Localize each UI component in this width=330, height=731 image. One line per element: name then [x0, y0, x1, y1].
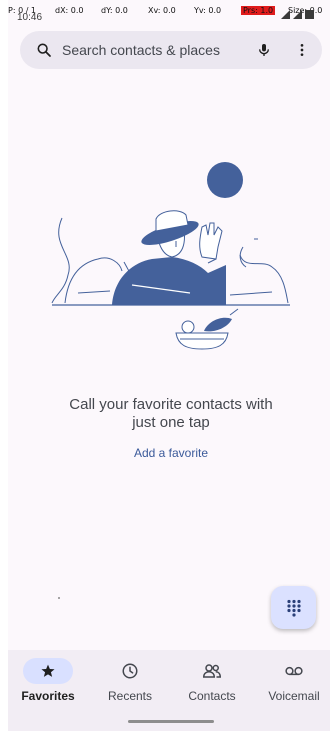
- nav-label-favorites: Favorites: [21, 689, 75, 703]
- favorites-illustration: [51, 162, 290, 350]
- status-time: 10:46: [17, 12, 43, 23]
- nav-pill: [105, 658, 155, 684]
- empty-state-message: Call your favorite contacts with just on…: [69, 396, 273, 431]
- debug-xv: Xv: 0.0: [148, 6, 176, 15]
- voicemail-icon: [285, 666, 303, 676]
- nav-pill: [187, 658, 237, 684]
- nav-item-favorites[interactable]: Favorites: [8, 658, 88, 703]
- nav-label-recents: Recents: [107, 689, 153, 703]
- add-favorite-link[interactable]: Add a favorite: [110, 446, 232, 460]
- signal-icon: [281, 10, 290, 19]
- debug-prs: Prs: 1.0: [241, 6, 276, 15]
- dialpad-button[interactable]: [271, 586, 316, 629]
- nav-item-contacts[interactable]: Contacts: [172, 658, 252, 703]
- nav-label-contacts: Contacts: [188, 689, 236, 703]
- clock-icon: [122, 663, 138, 679]
- touch-dot: [58, 597, 60, 599]
- nav-item-recents[interactable]: Recents: [90, 658, 170, 703]
- search-icon: [37, 43, 51, 57]
- bottom-navigation: Favorites Recents Contacts Voicemail: [8, 650, 330, 731]
- nav-item-voicemail[interactable]: Voicemail: [254, 658, 330, 703]
- wifi-icon: [293, 10, 302, 19]
- dialpad-icon: [286, 599, 301, 617]
- mic-icon[interactable]: [256, 42, 272, 58]
- nav-label-voicemail: Voicemail: [268, 689, 320, 703]
- home-indicator[interactable]: [128, 720, 214, 723]
- debug-yv: Yv: 0.0: [194, 6, 222, 15]
- nav-pill: [23, 658, 73, 684]
- debug-dx: dX: 0.0: [55, 6, 84, 15]
- people-icon: [202, 664, 222, 678]
- status-icons: [281, 10, 314, 19]
- debug-dy: dY: 0.0: [101, 6, 128, 15]
- search-bar[interactable]: Search contacts & places: [20, 31, 322, 69]
- nav-pill: [269, 658, 319, 684]
- battery-icon: [305, 10, 314, 19]
- more-options-icon[interactable]: [294, 42, 310, 58]
- search-input[interactable]: Search contacts & places: [62, 42, 256, 58]
- star-icon: [41, 664, 55, 677]
